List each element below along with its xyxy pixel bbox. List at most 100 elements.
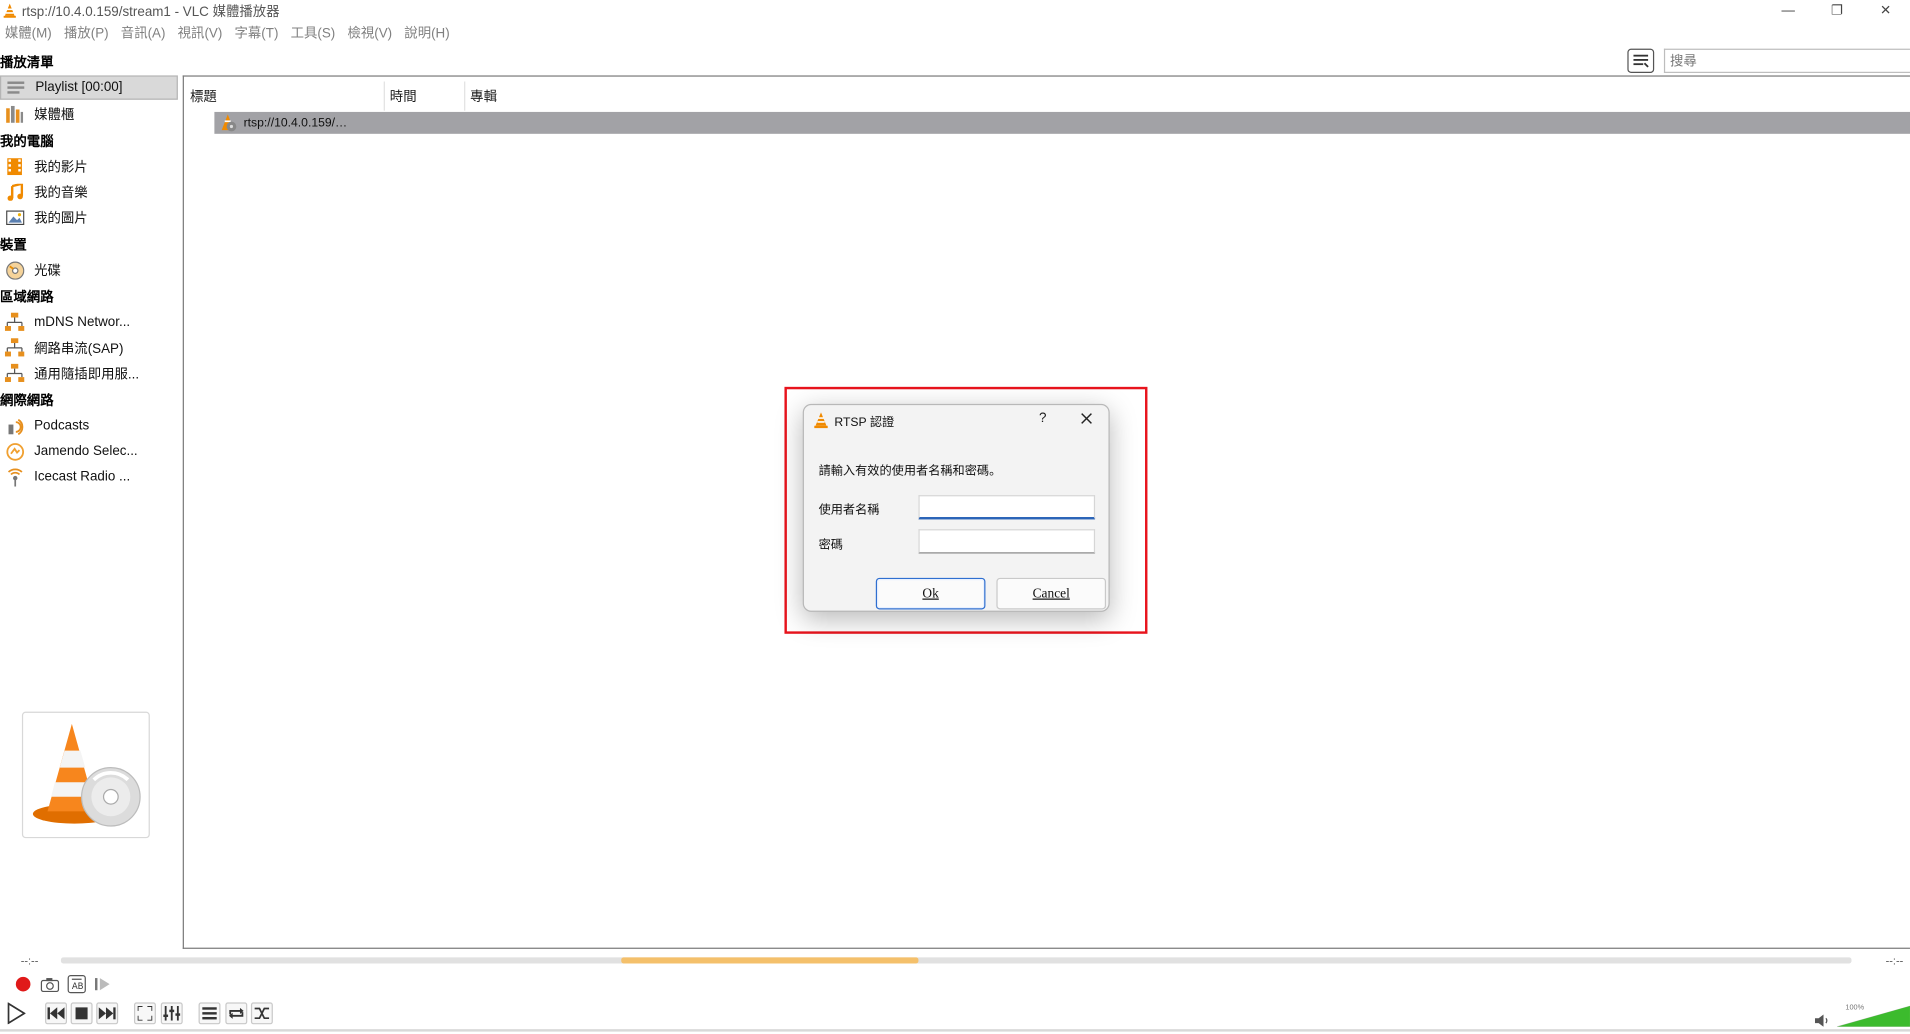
- rtsp-auth-dialog: RTSP 認證 ? 請輸入有效的使用者名稱和密碼。 使用者名稱 密碼 Ok Ca…: [802, 403, 1110, 612]
- sidebar-item-label: 我的音樂: [34, 186, 88, 201]
- column-divider[interactable]: [464, 81, 466, 111]
- network-icon: [4, 363, 25, 383]
- loop-icon: [229, 1007, 244, 1019]
- password-field[interactable]: [918, 529, 1096, 554]
- search-input[interactable]: 搜尋: [1663, 48, 1910, 73]
- playlist-icon: [202, 1007, 217, 1020]
- close-icon: [1081, 413, 1092, 424]
- menu-media[interactable]: 媒體(M): [0, 23, 57, 42]
- next-button[interactable]: [96, 1002, 119, 1025]
- stop-button[interactable]: [70, 1002, 93, 1025]
- elapsed-time: --:--: [20, 954, 39, 968]
- section-playlist: 播放清單: [0, 55, 54, 71]
- maximize-button[interactable]: ❐: [1813, 0, 1862, 21]
- jamendo-icon: [5, 442, 24, 461]
- svg-text:AB: AB: [72, 982, 84, 992]
- film-icon: [5, 157, 24, 176]
- seek-slider[interactable]: [60, 957, 1852, 964]
- podcast-icon: [5, 416, 24, 435]
- sidebar-item-label: Playlist [00:00]: [35, 80, 123, 95]
- username-label: 使用者名稱: [818, 503, 880, 518]
- fullscreen-button[interactable]: [133, 1002, 156, 1025]
- loop-button[interactable]: [225, 1002, 248, 1025]
- sidebar-item-upnp[interactable]: 通用隨插即用服...: [0, 361, 178, 385]
- disc-icon: [5, 260, 24, 280]
- snapshot-button[interactable]: [39, 973, 61, 995]
- sidebar-item-my-pictures[interactable]: 我的圖片: [0, 206, 178, 230]
- previous-button[interactable]: [45, 1002, 67, 1025]
- toggle-playlist-button[interactable]: [198, 1002, 221, 1025]
- minimize-button[interactable]: —: [1764, 0, 1813, 21]
- sidebar-item-my-music[interactable]: 我的音樂: [0, 180, 178, 204]
- sidebar-item-label: 通用隨插即用服...: [34, 367, 140, 382]
- ab-loop-button[interactable]: AB: [66, 973, 88, 995]
- menu-tools[interactable]: 工具(S): [286, 23, 340, 42]
- dialog-help-button[interactable]: ?: [1033, 409, 1052, 428]
- sidebar-item-label: 光碟: [34, 263, 61, 279]
- sidebar-item-label: 我的圖片: [34, 211, 88, 227]
- title-bar: rtsp://10.4.0.159/stream1 - VLC 媒體播放器 — …: [0, 0, 1910, 21]
- sidebar-item-icecast[interactable]: Icecast Radio ...: [0, 465, 178, 489]
- column-header-album[interactable]: 專輯: [470, 84, 497, 108]
- previous-icon: [47, 1007, 65, 1020]
- ok-button[interactable]: Ok: [875, 577, 986, 610]
- sidebar-item-mdns[interactable]: mDNS Networ...: [0, 310, 178, 334]
- dialog-message: 請輸入有效的使用者名稱和密碼。: [818, 464, 1002, 479]
- play-icon: [7, 1002, 26, 1025]
- username-field[interactable]: [918, 495, 1096, 520]
- frame-step-button[interactable]: [91, 973, 113, 995]
- sidebar-item-media-library[interactable]: 媒體櫃: [0, 102, 178, 126]
- playlist-view-toggle[interactable]: [1627, 48, 1655, 73]
- sidebar-item-label: 網路串流(SAP): [34, 341, 124, 357]
- network-icon: [4, 312, 25, 332]
- total-time: --:--: [1885, 954, 1904, 968]
- menu-playback[interactable]: 播放(P): [59, 23, 113, 42]
- sidebar-item-label: 我的影片: [34, 160, 88, 176]
- sidebar-item-podcasts[interactable]: Podcasts: [0, 414, 178, 438]
- play-button[interactable]: [4, 1001, 28, 1025]
- playlist-row-title: rtsp://10.4.0.159/…: [243, 116, 348, 130]
- record-icon: [15, 976, 31, 992]
- media-library-icon: [5, 105, 24, 124]
- playlist-icon: [6, 78, 25, 97]
- menu-bar: 媒體(M) 播放(P) 音訊(A) 視訊(V) 字幕(T) 工具(S) 檢視(V…: [0, 22, 457, 43]
- section-my-computer: 我的電腦: [0, 135, 54, 150]
- album-art: [21, 711, 150, 839]
- menu-view[interactable]: 檢視(V): [343, 23, 397, 42]
- menu-audio[interactable]: 音訊(A): [116, 23, 170, 42]
- stream-icon: [221, 114, 237, 132]
- cancel-button[interactable]: Cancel: [996, 577, 1107, 610]
- volume-percent: 100%: [1845, 1004, 1865, 1013]
- sidebar-item-jamendo[interactable]: Jamendo Selec...: [0, 439, 178, 463]
- sidebar-item-my-videos[interactable]: 我的影片: [0, 154, 178, 178]
- frame-step-icon: [95, 978, 110, 991]
- shuffle-icon: [254, 1007, 270, 1020]
- section-local-network: 區域網路: [0, 290, 54, 306]
- record-button[interactable]: [12, 973, 34, 995]
- menu-video[interactable]: 視訊(V): [173, 23, 227, 42]
- sidebar-item-sap[interactable]: 網路串流(SAP): [0, 336, 178, 360]
- menu-subtitle[interactable]: 字幕(T): [230, 23, 284, 42]
- column-divider[interactable]: [383, 81, 385, 111]
- sidebar-item-label: Jamendo Selec...: [34, 444, 138, 459]
- dialog-close-button[interactable]: [1074, 409, 1098, 428]
- section-devices: 裝置: [0, 238, 27, 254]
- sidebar-item-playlist[interactable]: Playlist [00:00]: [0, 75, 178, 100]
- playlist-row[interactable]: rtsp://10.4.0.159/…: [214, 111, 1910, 134]
- column-header-duration[interactable]: 時間: [390, 84, 417, 108]
- sidebar-item-label: mDNS Networ...: [34, 315, 131, 330]
- shuffle-button[interactable]: [250, 1002, 273, 1025]
- window-controls: — ❐ ✕: [1764, 0, 1910, 21]
- stop-icon: [75, 1007, 88, 1020]
- extended-settings-button[interactable]: [160, 1002, 183, 1025]
- list-view-icon: [1633, 54, 1649, 68]
- section-internet: 網際網路: [0, 394, 54, 409]
- menu-help[interactable]: 說明(H): [399, 23, 454, 42]
- status-divider: [0, 1029, 1910, 1032]
- speaker-icon[interactable]: [1814, 1013, 1830, 1028]
- sidebar-item-label: Podcasts: [34, 418, 90, 434]
- sidebar-item-disc[interactable]: 光碟: [0, 258, 178, 282]
- close-window-button[interactable]: ✕: [1861, 0, 1910, 21]
- column-header-title[interactable]: 標題: [190, 84, 217, 108]
- password-label: 密碼: [818, 538, 843, 553]
